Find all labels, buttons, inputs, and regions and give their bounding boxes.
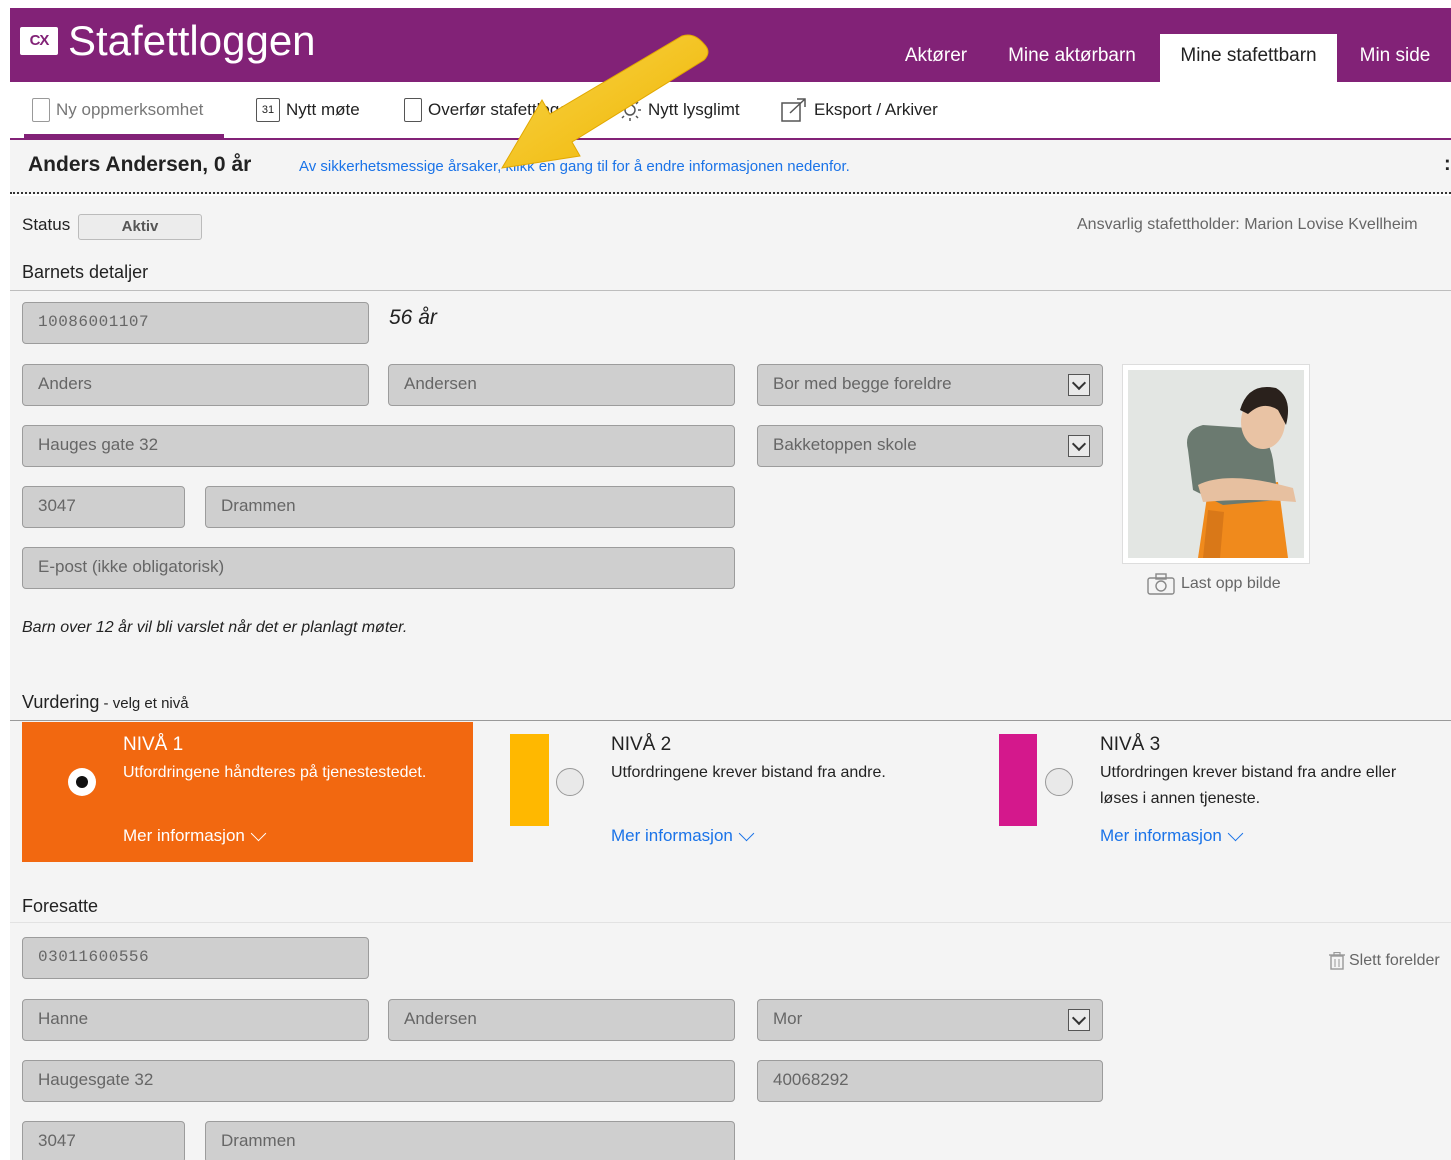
school-value: Bakketoppen skole: [773, 435, 917, 454]
upload-photo-button[interactable]: Last opp bilde: [1147, 573, 1281, 595]
living-situation-value: Bor med begge foreldre: [773, 374, 952, 393]
guardian-ssn-field[interactable]: 03011600556: [22, 937, 369, 979]
trash-icon: [1329, 952, 1345, 970]
more-menu[interactable]: :: [1444, 153, 1451, 176]
child-zip-field[interactable]: 3047: [22, 486, 185, 528]
living-situation-select[interactable]: Bor med begge foreldre: [757, 364, 1103, 406]
calendar-icon: 31: [256, 98, 280, 122]
chevron-down-icon: [250, 825, 267, 841]
guardian-zip-field[interactable]: 3047: [22, 1121, 185, 1160]
guardian-address-field[interactable]: Haugesgate 32: [22, 1060, 735, 1102]
guardian-phone-field[interactable]: 40068292: [757, 1060, 1103, 1102]
nav-tab-mine-aktorbarn[interactable]: Mine aktørbarn: [994, 34, 1150, 82]
assessment-subtitle: - velg et nivå: [99, 695, 189, 712]
section-divider: [10, 290, 1451, 291]
level-3-more-info-label: Mer informasjon: [1100, 826, 1222, 845]
new-meeting-button[interactable]: 31 Nytt møte: [256, 96, 360, 124]
level-3-description-line2: løses i annen tjeneste.: [1100, 790, 1261, 807]
section-divider: [10, 922, 1451, 923]
radio-selected-dot: [76, 776, 88, 788]
level-1-more-info-label: Mer informasjon: [123, 826, 245, 845]
child-age-text: 56 år: [389, 306, 437, 329]
chevron-down-icon: [738, 825, 755, 841]
guardian-last-name-field[interactable]: Andersen: [388, 999, 735, 1041]
delete-guardian-label: Slett forelder: [1349, 952, 1440, 969]
level-2-more-info-link[interactable]: Mer informasjon: [611, 825, 755, 846]
child-city-field[interactable]: Drammen: [205, 486, 735, 528]
assessment-heading: Vurdering - velg et nivå: [22, 692, 189, 713]
nav-tab-mine-stafettbarn[interactable]: Mine stafettbarn: [1160, 34, 1337, 82]
section-divider: [10, 720, 1451, 721]
child-details-heading: Barnets detaljer: [22, 262, 149, 282]
export-icon: [781, 98, 806, 122]
school-select[interactable]: Bakketoppen skole: [757, 425, 1103, 467]
active-tool-indicator: [24, 134, 224, 139]
level-1-description: Utfordringene håndteres på tjenestestede…: [123, 764, 427, 781]
level-2-description: Utfordringene krever bistand fra andre.: [611, 764, 886, 781]
level-2-radio[interactable]: [556, 768, 584, 796]
delete-guardian-button[interactable]: Slett forelder: [1329, 952, 1440, 970]
level-3-radio[interactable]: [1045, 768, 1073, 796]
status-badge[interactable]: Aktiv: [78, 214, 202, 240]
level-1-more-info-link[interactable]: Mer informasjon: [123, 825, 267, 846]
child-last-name-field[interactable]: Andersen: [388, 364, 735, 406]
level-2-color-bar: [510, 734, 549, 826]
child-photo[interactable]: [1128, 370, 1304, 558]
child-ssn-field[interactable]: 10086001107: [22, 302, 369, 344]
new-concern-label: Ny oppmerksomhet: [56, 100, 204, 119]
nav-tab-aktorer[interactable]: Aktører: [888, 34, 984, 82]
status-label: Status: [22, 215, 71, 234]
child-first-name-field[interactable]: Anders: [22, 364, 369, 406]
level-3-description-line1: Utfordringen krever bistand fra andre el…: [1100, 764, 1397, 781]
app-logo[interactable]: CX: [20, 27, 58, 55]
guardian-first-name-field[interactable]: Hanne: [22, 999, 369, 1041]
new-concern-button[interactable]: Ny oppmerksomhet: [32, 96, 203, 124]
child-address-field[interactable]: Hauges gate 32: [22, 425, 735, 467]
level-2-more-info-label: Mer informasjon: [611, 826, 733, 845]
level-1-radio[interactable]: [68, 768, 96, 796]
responsible-holder: Ansvarlig stafettholder: Marion Lovise K…: [1077, 216, 1418, 233]
app-title[interactable]: Stafettloggen: [68, 14, 316, 68]
chevron-down-icon: [1068, 374, 1090, 396]
export-archive-label: Eksport / Arkiver: [814, 100, 938, 119]
nav-tab-min-side[interactable]: Min side: [1345, 34, 1445, 82]
new-meeting-label: Nytt møte: [286, 100, 360, 119]
export-archive-button[interactable]: Eksport / Arkiver: [780, 96, 938, 124]
document-icon: [32, 98, 50, 122]
upload-photo-label: Last opp bilde: [1181, 575, 1281, 592]
level-3-title: NIVÅ 3: [1100, 734, 1161, 755]
camera-icon: [1147, 573, 1175, 595]
notification-notice: Barn over 12 år vil bli varslet når det …: [22, 619, 408, 636]
calendar-day: 31: [261, 104, 275, 116]
guardian-city-field[interactable]: Drammen: [205, 1121, 735, 1160]
level-3-color-bar: [999, 734, 1037, 826]
child-email-field[interactable]: E-post (ikke obligatorisk): [22, 547, 735, 589]
guardian-relation-select[interactable]: Mor: [757, 999, 1103, 1041]
level-2-title: NIVÅ 2: [611, 734, 672, 755]
level-1-title: NIVÅ 1: [123, 734, 184, 755]
child-title: Anders Andersen, 0 år: [28, 153, 252, 176]
assessment-title: Vurdering: [22, 692, 100, 712]
guardian-relation-value: Mor: [773, 1009, 803, 1028]
child-photo-image: [1128, 370, 1304, 558]
annotation-arrow: [501, 34, 709, 169]
document-icon: [404, 98, 422, 122]
chevron-down-icon: [1227, 825, 1244, 841]
chevron-down-icon: [1068, 435, 1090, 457]
level-3-more-info-link[interactable]: Mer informasjon: [1100, 825, 1244, 846]
guardians-heading: Foresatte: [22, 896, 99, 916]
chevron-down-icon: [1068, 1009, 1090, 1031]
